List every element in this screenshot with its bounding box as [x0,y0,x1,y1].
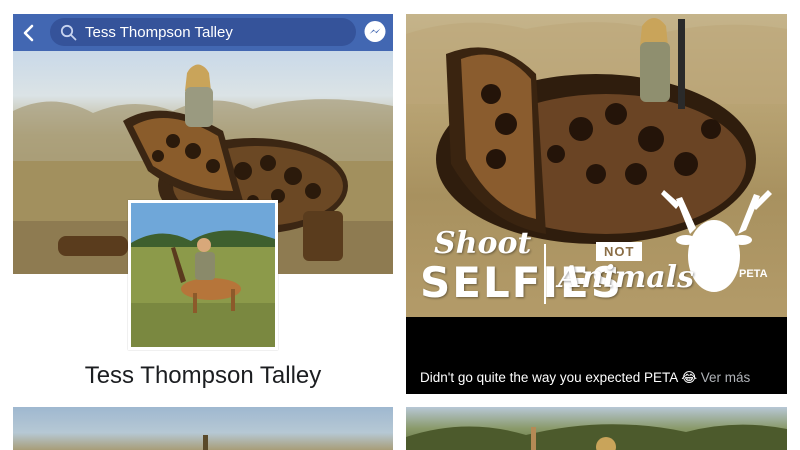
messenger-icon[interactable] [362,19,388,45]
next-photo-left[interactable] [13,407,393,450]
post-caption-text: Didn't go quite the way you expected PET… [420,370,698,385]
profile-picture[interactable] [128,200,278,350]
top-navigation-bar: Tess Thompson Talley [13,14,393,51]
overlay-not-text: NOT [596,242,643,261]
search-query-text: Tess Thompson Talley [85,23,233,41]
back-arrow-icon [23,24,34,41]
profile-name: Tess Thompson Talley [84,362,322,389]
overlay-divider [544,244,546,304]
overlay-animals-text: Animals [558,260,694,295]
next-photo-right-art [406,424,787,450]
see-more-link[interactable]: Ver más [701,370,751,385]
post-caption: Didn't go quite the way you expected PET… [420,370,750,386]
post-photo[interactable]: Shoot SELFIES NOT Animals PETA [406,14,787,317]
back-button[interactable] [13,14,43,51]
search-input[interactable]: Tess Thompson Talley [50,18,356,46]
next-photo-left-art [203,435,208,450]
profile-picture-art [131,203,275,347]
profile-panel: Tess Thompson Talley Tess Thompson Talle… [13,14,393,394]
next-photo-right[interactable] [406,407,787,450]
search-icon [60,24,77,40]
overlay-shoot-text: Shoot [434,226,532,261]
post-panel: Shoot SELFIES NOT Animals PETA Didn't go… [406,14,787,394]
overlay-peta-text: PETA [739,268,768,280]
